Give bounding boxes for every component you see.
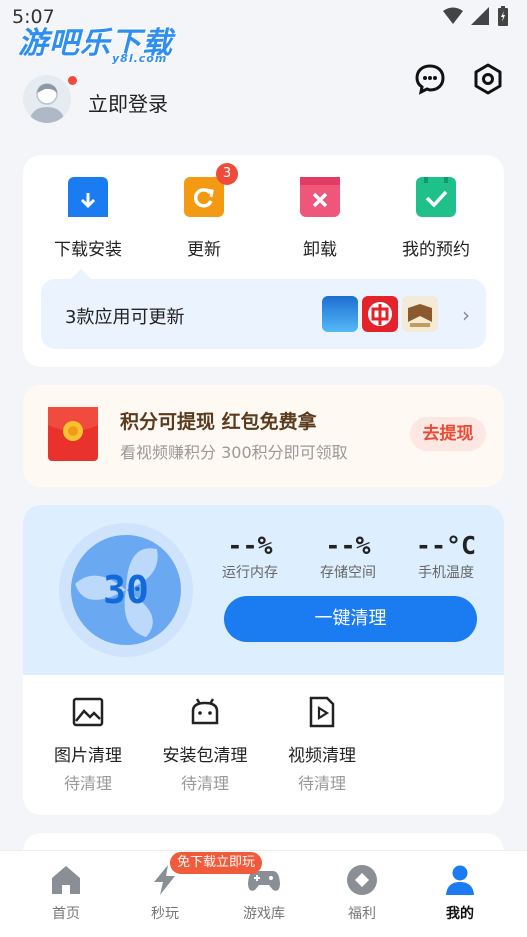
download-install-button[interactable]: 下载安装 xyxy=(38,177,138,260)
update-available-text: 3款应用可更新 xyxy=(65,307,185,328)
reward-card[interactable]: 积分可提现 红包免费拿 看视频赚积分 300积分即可领取 去提现 xyxy=(23,385,504,487)
stat-memory-value: --% xyxy=(227,531,273,560)
stat-storage: --% 存储空间 xyxy=(308,531,388,582)
image-icon xyxy=(71,695,105,729)
stat-temperature: --°C 手机温度 xyxy=(406,531,486,582)
cleaner-header: 30 --% 运行内存 --% 存储空间 --°C 手机温度 一键清理 xyxy=(23,505,504,675)
stat-storage-label: 存储空间 xyxy=(320,565,376,581)
reward-title: 积分可提现 红包免费拿 xyxy=(120,411,317,433)
apk-clean-status: 待清理 xyxy=(180,774,229,793)
watermark-logo: 游吧乐下载 y8l.com xyxy=(18,18,173,65)
home-icon xyxy=(49,863,83,897)
status-icons xyxy=(443,6,509,26)
bottom-tabbar: 首页 秒玩 游戏库 福利 我的 xyxy=(0,850,527,937)
apk-clean-label: 安装包清理 xyxy=(162,746,248,766)
tab-mine-label: 我的 xyxy=(446,906,474,922)
uninstall-button[interactable]: 卸载 xyxy=(270,177,370,260)
tab-benefits-label: 福利 xyxy=(348,906,376,922)
settings-button[interactable] xyxy=(471,62,505,96)
update-label: 更新 xyxy=(187,240,221,260)
video-clean-label: 视频清理 xyxy=(288,746,356,766)
stat-temperature-value: --°C xyxy=(415,531,477,560)
android-icon xyxy=(188,695,222,729)
download-install-label: 下载安装 xyxy=(54,240,122,260)
stat-memory: --% 运行内存 xyxy=(210,531,290,582)
tab-mine[interactable]: 我的 xyxy=(420,863,500,923)
battery-icon xyxy=(498,6,508,26)
reservation-button[interactable]: 我的预约 xyxy=(386,175,486,260)
video-icon xyxy=(305,695,339,729)
red-envelope-icon xyxy=(48,407,98,461)
wifi-icon xyxy=(443,7,463,24)
update-button[interactable]: 3 更新 xyxy=(154,163,254,260)
uninstall-icon xyxy=(300,177,340,217)
app-thumb-3 xyxy=(402,296,438,332)
video-clean-status: 待清理 xyxy=(297,774,346,793)
update-icon: 3 xyxy=(184,163,238,217)
video-clean-item[interactable]: 视频清理 待清理 xyxy=(272,695,372,794)
signal-icon xyxy=(471,7,489,25)
tab-instant-play-label: 秒玩 xyxy=(151,906,179,922)
tab-home[interactable]: 首页 xyxy=(26,863,106,923)
stat-temperature-label: 手机温度 xyxy=(418,565,474,581)
chevron-right-icon: › xyxy=(462,303,470,327)
uninstall-label: 卸载 xyxy=(303,240,337,260)
notification-dot xyxy=(68,76,77,85)
update-badge: 3 xyxy=(216,163,238,185)
tab-benefits[interactable]: 福利 xyxy=(322,863,402,923)
watermark-sub: y8l.com xyxy=(112,52,168,65)
gift-icon xyxy=(345,863,379,897)
download-icon xyxy=(68,177,108,217)
score-ring: 30 xyxy=(59,523,193,657)
image-clean-status: 待清理 xyxy=(63,774,112,793)
one-click-clean-button[interactable]: 一键清理 xyxy=(224,596,477,642)
tab-home-label: 首页 xyxy=(52,906,80,922)
cleaner-card: 30 --% 运行内存 --% 存储空间 --°C 手机温度 一键清理 图片清理… xyxy=(23,505,504,815)
score-value: 30 xyxy=(103,568,149,612)
header-actions xyxy=(413,62,505,96)
image-clean-label: 图片清理 xyxy=(54,746,122,766)
image-clean-item[interactable]: 图片清理 待清理 xyxy=(38,695,138,794)
user-icon xyxy=(443,863,477,897)
instant-play-promo-badge: 免下载立即玩 xyxy=(170,852,262,874)
quick-actions-card: 下载安装 3 更新 卸载 我的预约 3款应用可更新 › xyxy=(23,155,504,367)
avatar[interactable] xyxy=(23,75,71,123)
reward-subtitle: 看视频赚积分 300积分即可领取 xyxy=(120,443,348,462)
chat-icon xyxy=(415,64,445,95)
app-thumb-2 xyxy=(362,296,398,332)
settings-icon xyxy=(474,63,502,95)
default-avatar-icon xyxy=(29,83,65,123)
message-button[interactable] xyxy=(413,62,447,96)
apk-clean-item[interactable]: 安装包清理 待清理 xyxy=(155,695,255,794)
stat-memory-label: 运行内存 xyxy=(222,565,278,581)
reservation-icon xyxy=(416,175,456,217)
reservation-label: 我的预约 xyxy=(402,240,470,260)
login-link[interactable]: 立即登录 xyxy=(88,88,168,117)
tab-game-library-label: 游戏库 xyxy=(243,906,285,922)
update-available-bar[interactable]: 3款应用可更新 › xyxy=(41,269,486,349)
withdraw-button[interactable]: 去提现 xyxy=(410,417,486,451)
app-thumb-1 xyxy=(322,296,358,332)
stat-storage-value: --% xyxy=(325,531,371,560)
